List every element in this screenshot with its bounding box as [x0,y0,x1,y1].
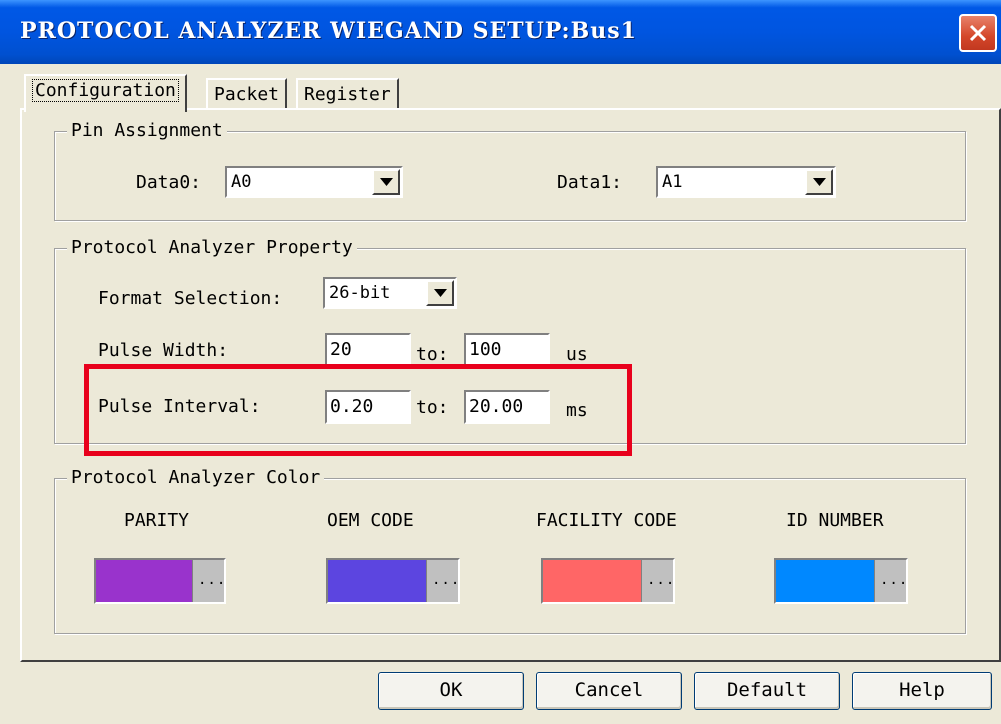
pulse-interval-highlight [84,364,632,456]
facility-code-swatch [543,560,641,602]
pulse-width-to-input[interactable]: 100 [464,333,550,367]
default-button[interactable]: Default [694,672,840,710]
parity-color-button[interactable]: ... [192,560,227,602]
data0-dropdown-button[interactable] [372,169,400,195]
data1-dropdown-button[interactable] [805,169,833,195]
facility-code-color-button[interactable]: ... [641,560,676,602]
format-select[interactable]: 26-bit [323,277,457,309]
data0-value: A0 [231,172,252,192]
oem-code-color-button[interactable]: ... [426,560,461,602]
id-number-color-button[interactable]: ... [874,560,909,602]
tab-register-label: Register [304,84,391,105]
data1-select[interactable]: A1 [656,166,836,198]
ellipsis-icon: ... [880,572,909,588]
ellipsis-icon: ... [647,572,676,588]
dialog-body: Configuration Packet Register Pin Assign… [0,64,1001,724]
tab-packet[interactable]: Packet [206,78,288,110]
parity-label: PARITY [124,510,190,531]
pulse-width-label: Pulse Width: [98,340,229,361]
help-button[interactable]: Help [852,672,992,710]
window-title: PROTOCOL ANALYZER WIEGAND SETUP:Bus1 [20,18,637,44]
parity-color-picker[interactable]: ... [94,558,226,604]
tab-configuration-label: Configuration [32,79,179,102]
tab-register[interactable]: Register [296,78,399,110]
parity-swatch [96,560,192,602]
facility-code-color-picker[interactable]: ... [541,558,675,604]
data0-select[interactable]: A0 [225,166,403,198]
format-dropdown-button[interactable] [426,280,454,306]
id-number-label: ID NUMBER [786,510,884,531]
ok-button[interactable]: OK [378,672,524,710]
ellipsis-icon: ... [198,572,227,588]
chevron-down-icon [813,178,826,186]
pin-assignment-legend: Pin Assignment [67,120,227,141]
oem-code-color-picker[interactable]: ... [326,558,460,604]
format-selection-label: Format Selection: [98,288,283,309]
pulse-width-from-input[interactable]: 20 [325,333,411,367]
facility-code-label: FACILITY CODE [536,510,677,531]
format-value: 26-bit [329,283,391,303]
tab-packet-label: Packet [214,84,280,105]
pulse-width-to-label: to: [416,344,449,365]
chevron-down-icon [380,178,393,186]
property-legend: Protocol Analyzer Property [67,237,357,258]
data1-value: A1 [662,172,683,192]
pulse-width-unit: us [566,344,588,365]
color-group: Protocol Analyzer Color [54,467,966,634]
ellipsis-icon: ... [432,572,461,588]
id-number-color-picker[interactable]: ... [774,558,908,604]
chevron-down-icon [434,289,447,297]
close-button[interactable] [959,14,997,52]
data0-label: Data0: [136,172,202,193]
oem-code-swatch [328,560,426,602]
id-number-swatch [776,560,874,602]
tab-configuration[interactable]: Configuration [24,74,187,112]
color-legend: Protocol Analyzer Color [67,467,325,488]
close-icon [969,24,987,42]
cancel-button[interactable]: Cancel [536,672,682,710]
title-bar[interactable]: PROTOCOL ANALYZER WIEGAND SETUP:Bus1 [0,0,1001,64]
oem-code-label: OEM CODE [327,510,414,531]
data1-label: Data1: [557,172,623,193]
